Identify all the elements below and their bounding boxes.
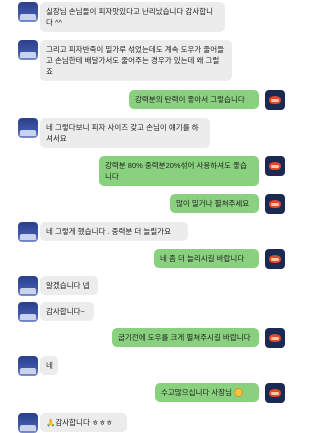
message-bubble-outgoing: 굽기전에 도우를 크게 펼쳐주시길 바랍니다 [112,328,259,347]
smiling-face-icon [234,388,244,397]
sender-avatar[interactable] [265,383,285,403]
message-bubble-outgoing: 네 좀 더 늘리시길 바랍니다 [154,249,259,268]
sender-avatar[interactable] [265,194,285,214]
sender-avatar[interactable] [18,40,38,60]
message-bubble-incoming: 실장님 손님들이 피자맛있다고 난리났습니다 감사합니다 ^^ [40,2,225,32]
message-bubble-outgoing: 강력분의 탄력이 좋아서 그렇습니다 [129,90,259,109]
sender-avatar[interactable] [18,356,38,376]
chat-view: 실장님 손님들이 피자맛있다고 난리났습니다 감사합니다 ^^ 그리고 피자반죽… [0,0,300,433]
sender-avatar[interactable] [18,302,38,322]
message-bubble-incoming: 네 [40,356,58,375]
sender-avatar[interactable] [18,276,38,296]
message-bubble-outgoing: 많이 밀거나 펼쳐주세요 [170,194,259,213]
sender-avatar[interactable] [265,328,285,348]
message-text: 수고많으십니다 사장님 [161,388,233,397]
sender-avatar[interactable] [18,222,38,242]
sender-avatar[interactable] [265,90,285,110]
message-bubble-incoming: 네 그렇다보니 피자 사이즈 갖고 손님이 얘기를 하셔서요 [40,118,210,148]
sender-avatar[interactable] [265,249,285,269]
sender-avatar[interactable] [18,413,38,433]
message-bubble-incoming: 알겠습니다 넵 [40,276,98,295]
message-bubble-incoming: 네 그렇게 했습니다 . 중력분 더 늘릴가요 [40,222,188,241]
message-bubble-incoming: 그리고 피자반죽이 밀가루 섞었는데도 계속 도우가 줄어들고 손님한테 배달가… [40,40,232,81]
sender-avatar[interactable] [18,118,38,138]
message-bubble-incoming: 🙏감사합니다 ㅎㅎㅎ [40,413,127,432]
message-bubble-incoming: 감사합니다~ [40,302,94,321]
sender-avatar[interactable] [18,2,38,22]
sender-avatar[interactable] [265,156,285,176]
message-bubble-outgoing: 수고많으십니다 사장님 [155,383,259,402]
message-bubble-outgoing: 강력분 80% 중력분20%섞어 사용하셔도 좋습니다 [99,156,259,186]
